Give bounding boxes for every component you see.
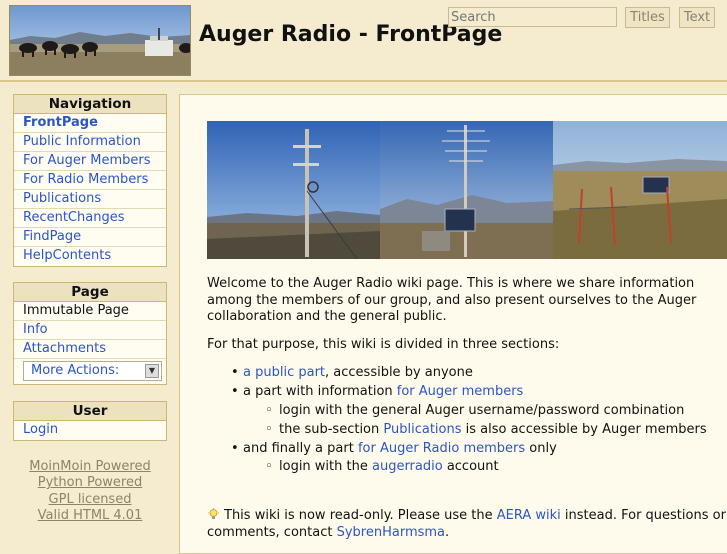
sublist: login with the general Auger username/pa…: [243, 403, 727, 439]
navigation-title: Navigation: [14, 95, 166, 114]
navigation-panel: Navigation FrontPage Public Information …: [13, 94, 167, 267]
list-item: a part with information for Auger member…: [207, 384, 727, 438]
list-item: login with the augerradio account: [243, 459, 727, 476]
credit-valid-html[interactable]: Valid HTML 4.01: [13, 508, 167, 524]
credits: MoinMoin Powered Python Powered GPL lice…: [13, 459, 167, 525]
list-item-text: the sub-section: [279, 421, 384, 437]
info-link[interactable]: Info: [14, 321, 166, 340]
auger-members-link[interactable]: for Auger members: [397, 384, 524, 399]
nav-item-radio-members[interactable]: For Radio Members: [14, 171, 166, 190]
user-panel-title: User: [14, 402, 166, 421]
login-link[interactable]: Login: [14, 421, 166, 440]
list-item-text: is also accessible by Auger members: [461, 421, 707, 437]
aera-wiki-link[interactable]: AERA wiki: [497, 508, 561, 523]
list-item: and finally a part for Auger Radio membe…: [207, 441, 727, 476]
user-panel: User Login: [13, 401, 167, 441]
credit-gpl[interactable]: GPL licensed: [13, 492, 167, 508]
list-item-text: and finally a part: [243, 440, 358, 456]
sections-list: a public part, accessible by anyone a pa…: [207, 365, 727, 478]
chevron-down-icon[interactable]: ▼: [145, 364, 159, 378]
list-item-text: only: [525, 440, 557, 456]
page-panel-title: Page: [14, 283, 166, 302]
public-part-link[interactable]: a public part: [243, 365, 325, 380]
attachments-link[interactable]: Attachments: [14, 340, 166, 359]
header: Auger Radio - FrontPage Titles Text: [0, 0, 727, 80]
nav-item-find-page[interactable]: FindPage: [14, 228, 166, 247]
main-content: Welcome to the Auger Radio wiki page. Th…: [179, 94, 727, 554]
read-only-notice: This wiki is now read-only. Please use t…: [207, 508, 727, 541]
list-item-text: a part with information: [243, 384, 397, 399]
titles-button[interactable]: Titles: [625, 7, 670, 28]
sublist: login with the augerradio account: [243, 459, 727, 476]
more-actions-label: More Actions:: [31, 363, 120, 378]
page-panel: Page Immutable Page Info Attachments Mor…: [13, 282, 167, 385]
credit-moinmoin[interactable]: MoinMoin Powered: [13, 459, 167, 475]
header-divider: [0, 80, 727, 82]
publications-link[interactable]: Publications: [383, 422, 461, 437]
nav-item-recent-changes[interactable]: RecentChanges: [14, 209, 166, 228]
list-item-text: account: [442, 459, 499, 474]
immutable-page-label: Immutable Page: [14, 302, 166, 321]
list-item-text: login with the general Auger username/pa…: [279, 402, 685, 418]
notice-text: .: [445, 524, 450, 540]
credit-python[interactable]: Python Powered: [13, 475, 167, 491]
banner-photo: [207, 121, 727, 260]
more-actions-select[interactable]: More Actions: ▼: [23, 361, 162, 381]
list-item: the sub-section Publications is also acc…: [243, 422, 727, 439]
text-button[interactable]: Text: [679, 7, 715, 28]
nav-item-public-information[interactable]: Public Information: [14, 133, 166, 152]
list-item-text: , accessible by anyone: [325, 365, 473, 380]
notice-text: This wiki is now read-only. Please use t…: [224, 508, 497, 523]
nav-item-auger-members[interactable]: For Auger Members: [14, 152, 166, 171]
sections-intro: For that purpose, this wiki is divided i…: [207, 337, 560, 352]
search-input[interactable]: [448, 7, 617, 27]
contact-link[interactable]: SybrenHarmsma: [337, 525, 445, 540]
nav-item-help-contents[interactable]: HelpContents: [14, 247, 166, 266]
nav-item-frontpage[interactable]: FrontPage: [14, 114, 166, 133]
augerradio-link[interactable]: augerradio: [372, 459, 443, 474]
list-item: login with the general Auger username/pa…: [243, 403, 727, 420]
list-item: a public part, accessible by anyone: [207, 365, 727, 382]
list-item-text: login with the: [279, 459, 372, 474]
intro-paragraph: Welcome to the Auger Radio wiki page. Th…: [207, 276, 697, 324]
nav-item-publications[interactable]: Publications: [14, 190, 166, 209]
lightbulb-icon: [207, 508, 220, 521]
radio-members-link[interactable]: for Auger Radio members: [358, 441, 525, 456]
site-logo-photo[interactable]: [9, 5, 191, 76]
